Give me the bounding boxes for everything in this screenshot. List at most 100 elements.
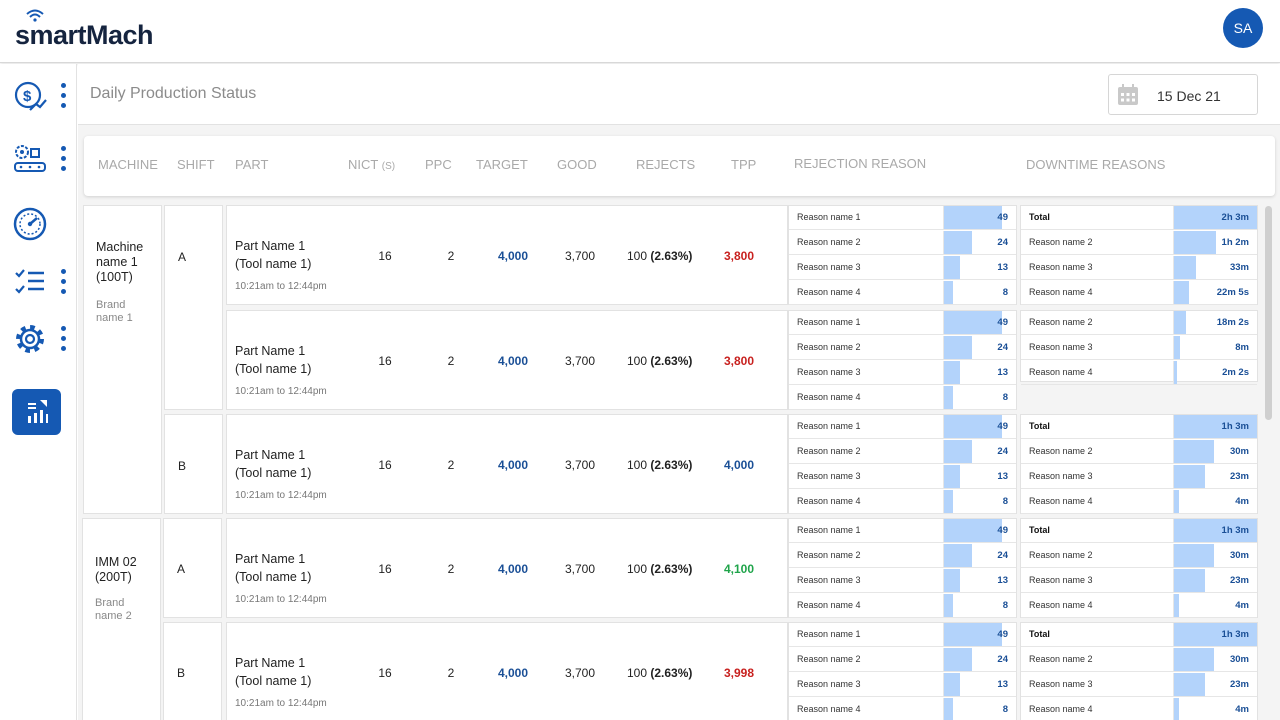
rejection-reason-row[interactable]: Reason name 1 49 [789, 519, 1016, 543]
more-options-icon[interactable] [61, 146, 67, 174]
rejection-reason-row[interactable]: Reason name 2 24 [789, 231, 1016, 255]
reason-value: 13 [997, 262, 1008, 273]
part-name: Part Name 1 (Tool name 1) [235, 446, 311, 482]
reason-value: 13 [997, 575, 1008, 586]
downtime-reason-row[interactable]: Reason name 4 4m [1021, 490, 1257, 514]
nict-value: 16 [378, 666, 392, 680]
rejection-reason-row[interactable]: Reason name 1 49 [789, 623, 1016, 647]
rejection-reason-row[interactable]: Reason name 2 24 [789, 336, 1016, 360]
good-value: 3,700 [564, 458, 596, 472]
shift-label: A [178, 250, 187, 264]
reason-bar [944, 440, 972, 463]
downtime-reason-row[interactable]: Reason name 4 4m [1021, 698, 1257, 720]
reason-value: 4m [1235, 704, 1249, 715]
rejection-reason-row[interactable]: Reason name 3 13 [789, 361, 1016, 385]
date-picker[interactable]: 15 Dec 21 [1108, 74, 1258, 115]
rejection-reason-row[interactable]: Reason name 2 24 [789, 544, 1016, 568]
run-time: 10:21am to 12:44pm [235, 386, 327, 397]
rejects-percent: (2.63%) [650, 458, 693, 472]
part-row[interactable]: Part Name 1 (Tool name 1) 10:21am to 12:… [226, 414, 788, 514]
downtime-reason-row[interactable]: Total 1h 3m [1021, 519, 1257, 543]
rejection-reason-row[interactable]: Reason name 3 13 [789, 256, 1016, 280]
downtime-reason-row[interactable]: Reason name 3 8m [1021, 336, 1257, 360]
rejection-reason-row[interactable]: Reason name 4 8 [789, 594, 1016, 618]
part-row[interactable]: Part Name 1 (Tool name 1) 10:21am to 12:… [226, 310, 788, 410]
brand-name: Brand name 1 [96, 299, 133, 325]
machine-name: IMM 02 (200T) [95, 555, 137, 585]
more-options-icon[interactable] [61, 269, 67, 297]
reason-value: 23m [1229, 471, 1249, 482]
downtime-reason-row[interactable]: Reason name 4 4m [1021, 594, 1257, 618]
reason-bar [944, 490, 953, 513]
part-label: Part Name 1 [235, 656, 306, 670]
reason-label: Reason name 4 [797, 600, 861, 610]
downtime-reason-row[interactable]: Reason name 4 2m 2s [1021, 361, 1257, 385]
reason-value: 23m [1229, 575, 1249, 586]
sidebar-item-machine-settings[interactable] [12, 136, 66, 182]
rejection-reason-row[interactable]: Reason name 4 8 [789, 698, 1016, 720]
rejection-reason-row[interactable]: Reason name 3 13 [789, 673, 1016, 697]
user-avatar[interactable]: SA [1223, 8, 1263, 48]
downtime-reason-row[interactable]: Reason name 2 1h 2m [1021, 231, 1257, 255]
rejection-reason-row[interactable]: Reason name 1 49 [789, 206, 1016, 230]
downtime-reason-row[interactable]: Reason name 2 18m 2s [1021, 311, 1257, 335]
reason-value: 49 [997, 525, 1008, 536]
reason-label: Reason name 4 [797, 287, 861, 297]
downtime-reason-row[interactable]: Reason name 2 30m [1021, 440, 1257, 464]
col-downtime-reasons: DOWNTIME REASONS [1026, 157, 1166, 172]
rejection-reason-row[interactable]: Reason name 2 24 [789, 440, 1016, 464]
part-row[interactable]: Part Name 1 (Tool name 1) 10:21am to 12:… [226, 205, 788, 305]
downtime-reason-row[interactable]: Reason name 4 22m 5s [1021, 281, 1257, 305]
rejection-reason-row[interactable]: Reason name 3 13 [789, 465, 1016, 489]
downtime-reason-row[interactable]: Reason name 3 23m [1021, 465, 1257, 489]
reason-value: 2h 3m [1221, 212, 1249, 223]
more-options-icon[interactable] [61, 83, 67, 111]
rejection-reason-row[interactable]: Reason name 1 49 [789, 311, 1016, 335]
rejects-value: 100 (2.63%) [627, 249, 692, 263]
sidebar-item-checklist[interactable] [12, 259, 66, 305]
rejection-reason-row[interactable]: Reason name 2 24 [789, 648, 1016, 672]
reason-value: 49 [997, 212, 1008, 223]
downtime-reason-row[interactable]: Reason name 3 23m [1021, 569, 1257, 593]
downtime-reason-row[interactable]: Total 2h 3m [1021, 206, 1257, 230]
col-target: TARGET [476, 157, 528, 172]
downtime-reason-row[interactable]: Total 1h 3m [1021, 415, 1257, 439]
reason-label: Total [1029, 212, 1050, 222]
reason-label: Reason name 2 [797, 550, 861, 560]
good-value: 3,700 [564, 354, 596, 368]
sidebar-item-reports[interactable] [12, 389, 61, 435]
downtime-reason-row[interactable]: Reason name 3 23m [1021, 673, 1257, 697]
machine-settings-icon [14, 145, 46, 172]
rejection-reason-row[interactable]: Reason name 4 8 [789, 281, 1016, 305]
part-label: Part Name 1 [235, 552, 306, 566]
part-row[interactable]: Part Name 1 (Tool name 1) 10:21am to 12:… [226, 518, 788, 618]
nict-value: 16 [378, 249, 392, 263]
sidebar-item-settings[interactable] [12, 316, 66, 362]
downtime-reason-row[interactable]: Total 1h 3m [1021, 623, 1257, 647]
sidebar-item-dashboard[interactable] [12, 201, 62, 247]
reason-value: 23m [1229, 679, 1249, 690]
rejection-reason-row[interactable]: Reason name 1 49 [789, 415, 1016, 439]
rejection-reason-row[interactable]: Reason name 4 8 [789, 490, 1016, 514]
reason-label: Reason name 3 [1029, 471, 1093, 481]
sidebar-item-cost-analytics[interactable]: $ [12, 73, 66, 119]
brand-name-line: Brand [95, 597, 125, 609]
part-row[interactable]: Part Name 1 (Tool name 1) 10:21am to 12:… [226, 622, 788, 720]
part-name: Part Name 1 (Tool name 1) [235, 342, 311, 378]
reason-value: 24 [997, 446, 1008, 457]
machine-name-line: Machine [96, 240, 144, 254]
more-options-icon[interactable] [61, 326, 67, 354]
downtime-reason-row[interactable]: Reason name 2 30m [1021, 544, 1257, 568]
downtime-reason-table: Total 1h 3m Reason name 2 30m Reason nam… [1020, 622, 1258, 720]
reason-label: Reason name 4 [797, 704, 861, 714]
rejection-reason-row[interactable]: Reason name 3 13 [789, 569, 1016, 593]
brand-name: smartMach [15, 20, 154, 50]
shift-cell: A [164, 205, 223, 410]
downtime-reason-row[interactable]: Reason name 2 30m [1021, 648, 1257, 672]
downtime-reason-table: Total 1h 3m Reason name 2 30m Reason nam… [1020, 414, 1258, 514]
vertical-scrollbar[interactable] [1265, 206, 1272, 420]
reason-bar [1174, 311, 1186, 334]
downtime-reason-row[interactable]: Reason name 3 33m [1021, 256, 1257, 280]
svg-text:$: $ [23, 88, 32, 105]
rejection-reason-row[interactable]: Reason name 4 8 [789, 386, 1016, 410]
